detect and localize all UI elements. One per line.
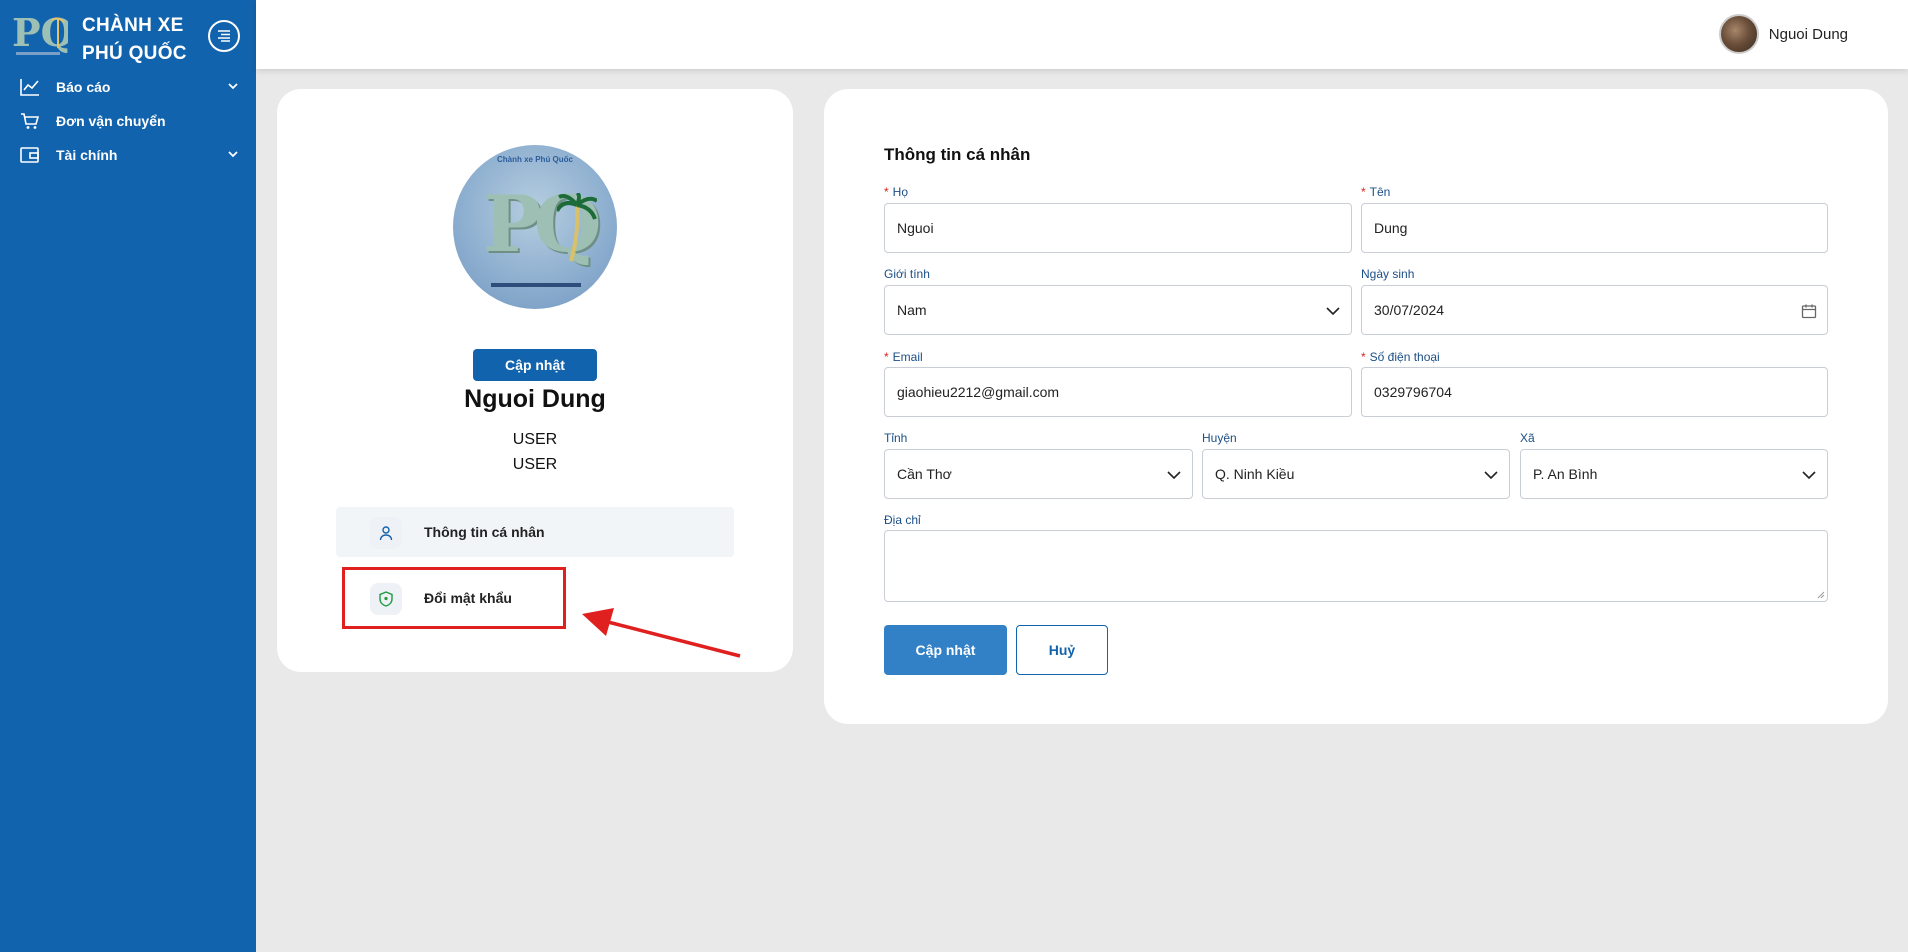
chevron-down-icon <box>1802 471 1816 480</box>
email-value: giaohieu2212@gmail.com <box>897 384 1060 400</box>
dia-chi-textarea[interactable] <box>884 530 1828 602</box>
menu-toggle-button[interactable] <box>208 20 240 52</box>
ngay-sinh-input[interactable]: 30/07/2024 <box>1361 285 1828 335</box>
update-avatar-button[interactable]: Cập nhật <box>473 349 597 381</box>
huyen-label: Huyện <box>1202 431 1237 445</box>
profile-picture: Chành xe Phú Quốc PQ <box>453 145 617 309</box>
form-title: Thông tin cá nhân <box>884 145 1031 164</box>
email-input[interactable]: giaohieu2212@gmail.com <box>884 367 1352 417</box>
link-thong-tin-ca-nhan[interactable]: Thông tin cá nhân <box>336 507 734 557</box>
tinh-value: Cần Thơ <box>897 466 952 482</box>
user-icon <box>379 526 393 541</box>
profile-picture-caption: Chành xe Phú Quốc <box>496 155 573 164</box>
header-user-name: Nguoi Dung <box>1768 25 1848 43</box>
wallet-icon <box>20 147 39 163</box>
chevron-down-icon <box>228 151 238 158</box>
ho-label: * Họ <box>884 185 909 199</box>
personal-info-form: Thông tin cá nhân * Họ Nguoi * Tên Dung Gi… <box>824 89 1888 724</box>
ho-input[interactable]: Nguoi <box>884 203 1352 253</box>
submit-button[interactable]: Cập nhật <box>884 625 1007 675</box>
sidebar-nav: Báo cáo Đơn vận chuyển Tài chính <box>0 70 256 172</box>
huyen-select[interactable]: Q. Ninh Kiều <box>1202 449 1510 499</box>
menu-lines-icon <box>218 30 230 42</box>
cancel-button[interactable]: Huỷ <box>1016 625 1108 675</box>
ten-value: Dung <box>1374 220 1408 236</box>
tinh-select[interactable]: Cần Thơ <box>884 449 1193 499</box>
gioi-tinh-select[interactable]: Nam <box>884 285 1352 335</box>
ten-label: * Tên <box>1361 185 1391 199</box>
chevron-down-icon <box>1326 307 1340 316</box>
profile-picture-ground <box>491 283 581 287</box>
profile-name: Nguoi Dung <box>464 385 606 413</box>
user-icon-wrap <box>370 517 402 549</box>
brand-title-line2: PHÚ QUỐC <box>82 43 187 64</box>
sidebar-item-label: Báo cáo <box>56 79 111 95</box>
phone-value: 0329796704 <box>1374 384 1452 400</box>
resize-handle-icon[interactable] <box>1817 591 1825 599</box>
brand-title-line1: CHÀNH XE <box>82 15 184 36</box>
sidebar-item-bao-cao[interactable]: Báo cáo <box>0 70 256 104</box>
chart-line-icon <box>20 79 39 96</box>
ngay-sinh-value: 30/07/2024 <box>1374 302 1445 318</box>
gioi-tinh-label: Giới tính <box>884 267 930 281</box>
side-link-label: Thông tin cá nhân <box>424 524 545 540</box>
annotation-arrow-icon <box>582 608 741 658</box>
phone-input[interactable]: 0329796704 <box>1361 367 1828 417</box>
sidebar-item-tai-chinh[interactable]: Tài chính <box>0 138 256 172</box>
chevron-down-icon <box>228 83 238 90</box>
sidebar-item-label: Đơn vận chuyển <box>56 113 166 129</box>
huyen-value: Q. Ninh Kiều <box>1215 466 1295 482</box>
profile-role: USER <box>512 431 558 448</box>
email-label: * Email <box>884 350 923 364</box>
xa-label: Xã <box>1520 431 1535 445</box>
xa-select[interactable]: P. An Bình <box>1520 449 1828 499</box>
chevron-down-icon <box>1484 471 1498 480</box>
palm-tree-icon <box>557 193 597 262</box>
avatar <box>1718 14 1759 54</box>
logo-letters: PQ <box>12 10 68 55</box>
brand: PQ CHÀNH XE PHÚ QUỐC <box>10 6 246 64</box>
sidebar-item-label: Tài chính <box>56 147 118 163</box>
ho-value: Nguoi <box>897 220 934 236</box>
tinh-label: Tỉnh <box>884 431 908 445</box>
brand-title: CHÀNH XE PHÚ QUỐC <box>82 12 187 68</box>
sidebar-item-don-van-chuyen[interactable]: Đơn vận chuyển <box>0 104 256 138</box>
xa-value: P. An Bình <box>1533 466 1598 482</box>
profile-role: USER <box>512 456 558 473</box>
brand-logo: PQ <box>12 10 74 60</box>
user-menu[interactable]: Nguoi Dung <box>1718 14 1848 54</box>
gioi-tinh-value: Nam <box>897 302 927 318</box>
ten-input[interactable]: Dung <box>1361 203 1828 253</box>
cart-icon <box>21 113 40 129</box>
chevron-down-icon <box>1167 471 1181 480</box>
sidebar: PQ CHÀNH XE PHÚ QUỐC Báo cáo Đơn vận chu… <box>0 0 256 952</box>
annotation-highlight-box <box>342 567 566 629</box>
calendar-icon[interactable] <box>1801 303 1817 319</box>
top-header: Nguoi Dung <box>256 0 1908 69</box>
ngay-sinh-label: Ngày sinh <box>1361 267 1415 281</box>
phone-label: * Số điện thoại <box>1361 350 1440 364</box>
dia-chi-label: Địa chỉ <box>884 513 921 527</box>
